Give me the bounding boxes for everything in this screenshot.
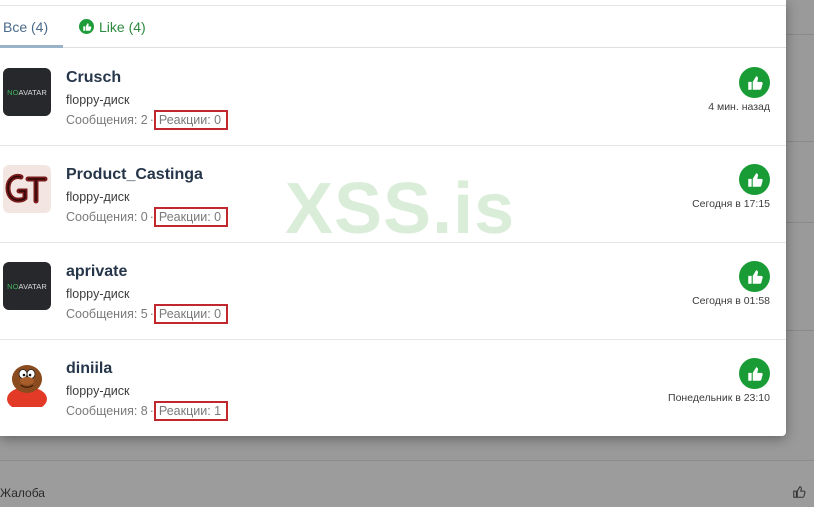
post-footer [0, 460, 814, 507]
messages-count: Сообщения: 8 [66, 404, 148, 418]
user-stats: Сообщения: 0 · Реакции: 0 [66, 207, 229, 227]
username-link[interactable]: aprivate [66, 263, 127, 281]
thumbs-up-icon [739, 67, 770, 98]
list-item: Product_Castinga floppy-диск Сообщения: … [0, 146, 786, 243]
divider [786, 34, 814, 35]
user-list: NO AVATAR Crusch floppy-диск Сообщения: 2… [0, 49, 786, 437]
messages-count: Сообщения: 2 [66, 113, 148, 127]
divider [786, 141, 814, 142]
thumbs-up-icon [792, 485, 806, 502]
user-stats: Сообщения: 2 · Реакции: 0 [66, 110, 229, 130]
user-stats: Сообщения: 5 · Реакции: 0 [66, 304, 229, 324]
reaction-time: Сегодня в 17:15 [692, 198, 770, 210]
avatar-no-text: NO [7, 87, 19, 97]
messages-count: Сообщения: 5 [66, 307, 148, 321]
user-stats: Сообщения: 8 · Реакции: 1 [66, 401, 229, 421]
reaction-tabs: Все (4) Like (4) [0, 6, 786, 48]
messages-count: Сообщения: 0 [66, 210, 148, 224]
avatar[interactable]: NO AVATAR [3, 262, 51, 310]
reactions-count: Реакции: 0 [153, 207, 229, 227]
tab-all-label: Все (4) [3, 18, 49, 35]
user-title: floppy-диск [66, 287, 130, 301]
avatar[interactable]: NO AVATAR [3, 68, 51, 116]
cartoon-character-image [3, 359, 51, 407]
report-link[interactable]: Жалоба [0, 486, 45, 500]
username-link[interactable]: Product_Castinga [66, 166, 203, 184]
list-item: NO AVATAR aprivate floppy-диск Сообщения:… [0, 243, 786, 340]
list-item: NO AVATAR Crusch floppy-диск Сообщения: 2… [0, 49, 786, 146]
like-button[interactable] [792, 485, 806, 502]
reaction-time: Сегодня в 01:58 [692, 295, 770, 307]
thumbs-up-icon [79, 19, 94, 34]
list-item: diniila floppy-диск Сообщения: 8 · Реакции… [0, 340, 786, 437]
username-link[interactable]: diniila [66, 360, 112, 378]
reactions-count: Реакции: 1 [153, 401, 229, 421]
avatar[interactable] [3, 359, 51, 407]
avatar-no-text: NO [7, 281, 19, 291]
tab-like-label: Like (4) [99, 18, 146, 35]
reaction-time: Понедельник в 23:10 [668, 392, 770, 404]
avatar[interactable] [3, 165, 51, 213]
avatar-avatar-text: AVATAR [18, 281, 47, 291]
user-title: floppy-диск [66, 93, 130, 107]
reaction-time: 4 мин. назад [708, 101, 770, 113]
tab-all[interactable]: Все (4) [0, 6, 63, 48]
reactions-count: Реакции: 0 [153, 110, 229, 130]
thumbs-up-icon [739, 164, 770, 195]
user-title: floppy-диск [66, 384, 130, 398]
user-title: floppy-диск [66, 190, 130, 204]
gt-logo-image [3, 165, 51, 213]
divider [786, 222, 814, 223]
thumbs-up-icon [739, 261, 770, 292]
reactions-modal: Все (4) Like (4) NO AVATAR Crusch floppy-… [0, 0, 786, 436]
thumbs-up-icon [739, 358, 770, 389]
username-link[interactable]: Crusch [66, 69, 121, 87]
divider [786, 330, 814, 331]
reactions-count: Реакции: 0 [153, 304, 229, 324]
tab-like[interactable]: Like (4) [63, 6, 160, 47]
avatar-avatar-text: AVATAR [18, 87, 47, 97]
